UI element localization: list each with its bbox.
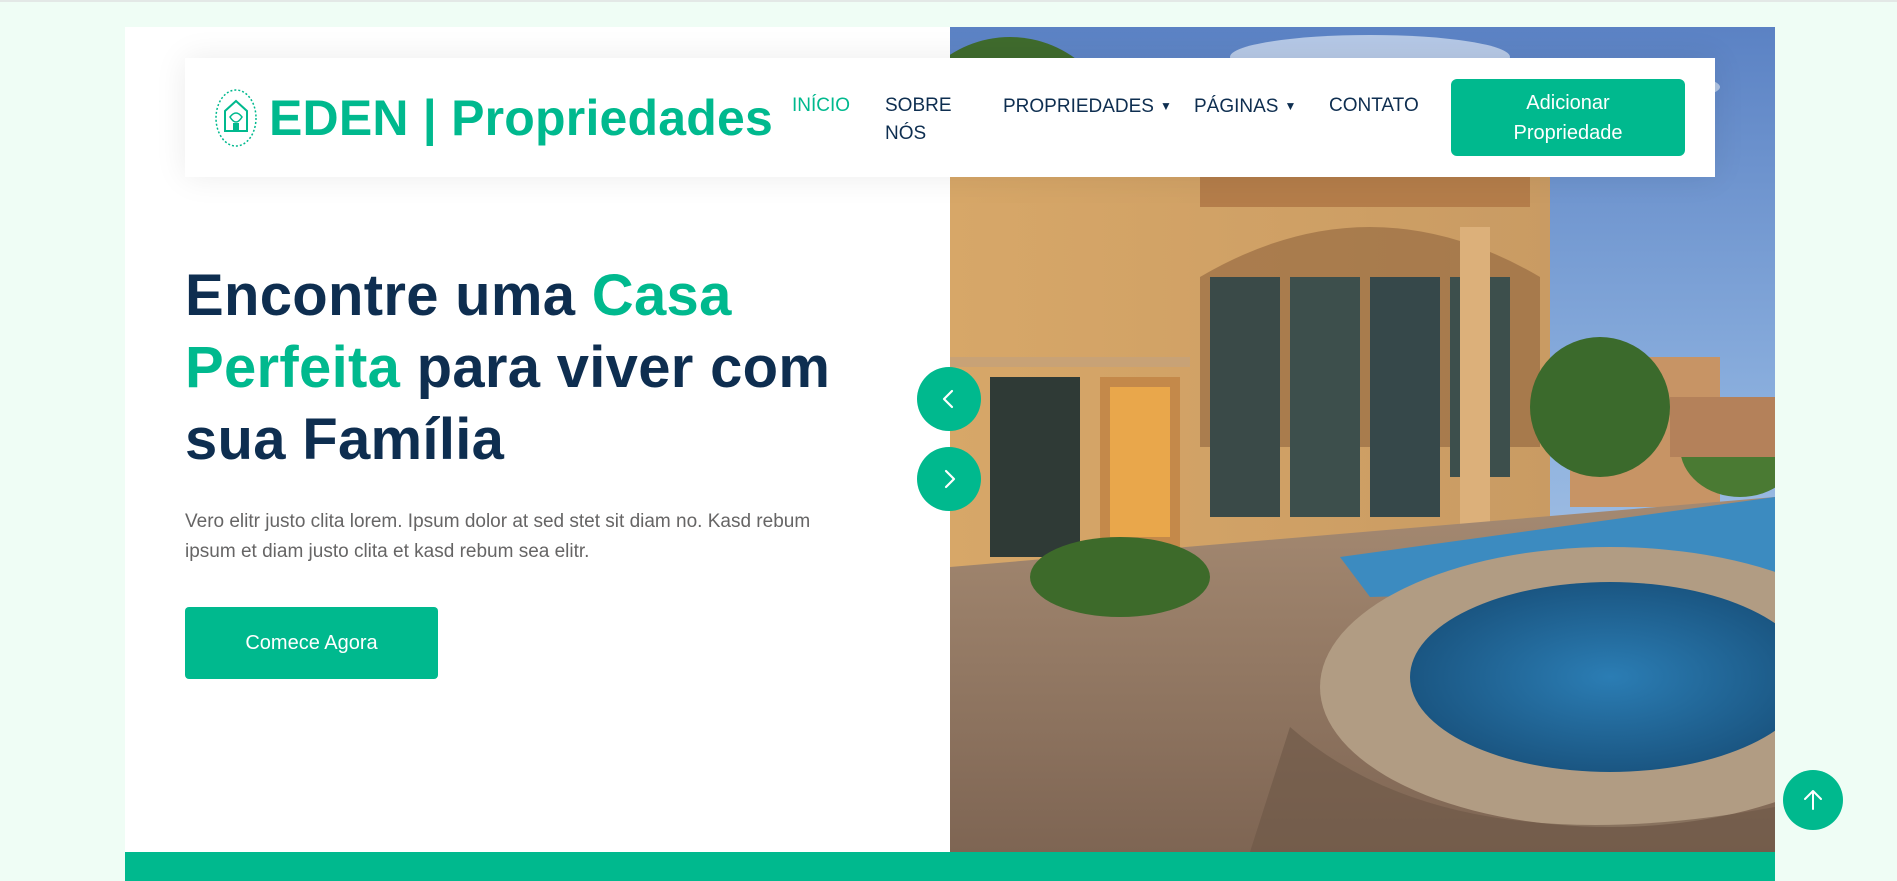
carousel-prev-button[interactable] xyxy=(917,367,981,431)
brand-name: EDEN | Propriedades xyxy=(269,90,774,146)
nav-item-paginas[interactable]: PÁGINAS ▼ xyxy=(1194,92,1296,121)
nav-item-sobre-nos[interactable]: SOBRE NÓS xyxy=(885,92,965,148)
chevron-left-icon xyxy=(942,389,954,409)
brand-logo[interactable]: EDEN | Propriedades xyxy=(213,86,773,150)
hero-section: EDEN | Propriedades INÍCIO SOBRE NÓS PRO… xyxy=(125,27,1775,881)
carousel-next-button[interactable] xyxy=(917,447,981,511)
navbar: EDEN | Propriedades INÍCIO SOBRE NÓS PRO… xyxy=(185,58,1715,177)
chevron-down-icon: ▼ xyxy=(1284,99,1297,113)
back-to-top-button[interactable] xyxy=(1783,770,1843,830)
chevron-down-icon: ▼ xyxy=(1159,99,1172,113)
house-emblem-icon xyxy=(215,89,257,147)
nav-item-label: PÁGINAS xyxy=(1194,96,1279,117)
nav-item-propriedades[interactable]: PROPRIEDADES ▼ xyxy=(1003,92,1172,121)
top-border xyxy=(0,0,1897,2)
nav-item-contato[interactable]: CONTATO xyxy=(1329,92,1419,120)
arrow-up-icon xyxy=(1804,790,1822,810)
chevron-right-icon xyxy=(944,469,956,489)
bottom-band xyxy=(125,852,1775,881)
add-property-button[interactable]: Adicionar Propriedade xyxy=(1451,79,1685,156)
start-now-button[interactable]: Comece Agora xyxy=(185,607,438,679)
hero-description: Vero elitr justo clita lorem. Ipsum dolo… xyxy=(185,511,811,562)
headline-part1: Encontre uma xyxy=(185,263,592,328)
nav-item-inicio[interactable]: INÍCIO xyxy=(792,92,850,120)
nav-item-label: PROPRIEDADES xyxy=(1003,96,1154,117)
hero-headline: Encontre uma Casa Perfeita para viver co… xyxy=(185,260,905,476)
